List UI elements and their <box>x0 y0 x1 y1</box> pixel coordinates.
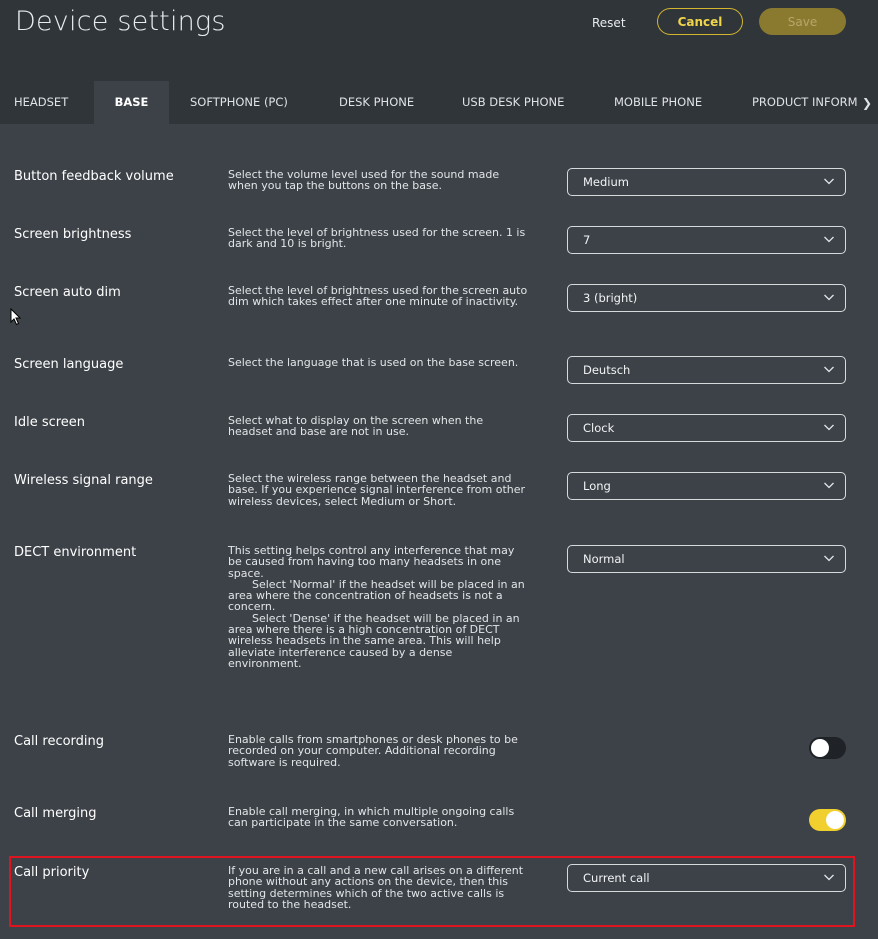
setting-description: Select the language that is used on the … <box>228 356 519 369</box>
setting-label: Call merging <box>14 806 97 821</box>
toggle-knob <box>826 811 844 829</box>
button-feedback-volume-select[interactable]: Medium <box>567 168 846 196</box>
toggle-knob <box>811 739 829 757</box>
chevron-down-icon <box>824 236 834 243</box>
setting-description: Select what to display on the screen whe… <box>228 414 484 439</box>
setting-description: Select the level of brightness used for … <box>228 226 526 251</box>
setting-description: Select the volume level used for the sou… <box>228 168 500 193</box>
setting-description: This setting helps control any interfere… <box>228 545 528 669</box>
tab-usb-desk-phone[interactable]: USB DESK PHONE <box>462 81 564 124</box>
cancel-button[interactable]: Cancel <box>657 8 743 35</box>
select-value: 7 <box>583 233 591 247</box>
setting-label: Button feedback volume <box>14 169 174 184</box>
highlight-box <box>9 856 855 927</box>
select-value: Medium <box>583 175 629 189</box>
dect-description-dense: Select 'Dense' if the headset will be pl… <box>228 611 520 670</box>
dect-description-intro: This setting helps control any interfere… <box>228 544 515 580</box>
call-merging-toggle[interactable] <box>809 809 846 831</box>
setting-label: Idle screen <box>14 415 86 430</box>
tab-product-information[interactable]: PRODUCT INFORM <box>752 81 860 124</box>
idle-screen-select[interactable]: Clock <box>567 414 846 442</box>
screen-brightness-select[interactable]: 7 <box>567 226 846 254</box>
setting-label: DECT environment <box>14 545 137 560</box>
select-value: Clock <box>583 421 615 435</box>
select-value: Long <box>583 479 611 493</box>
select-value: 3 (bright) <box>583 291 638 305</box>
dect-description-normal: Select 'Normal' if the headset will be p… <box>228 577 525 614</box>
setting-label: Wireless signal range <box>14 473 153 488</box>
tab-bar: HEADSET BASE SOFTPHONE (PC) DESK PHONE U… <box>0 81 878 124</box>
save-button[interactable]: Save <box>759 8 846 35</box>
setting-label: Call recording <box>14 734 105 749</box>
tab-headset[interactable]: HEADSET <box>14 81 68 124</box>
page-title: Device settings <box>15 6 226 37</box>
mouse-cursor-icon <box>10 308 22 326</box>
setting-description: Select the level of brightness used for … <box>228 284 528 309</box>
select-value: Normal <box>583 552 625 566</box>
chevron-down-icon <box>824 366 834 373</box>
setting-label: Screen language <box>14 357 124 372</box>
chevron-down-icon <box>824 555 834 562</box>
app-header: Device settings Reset Cancel Save <box>0 0 878 81</box>
chevron-down-icon <box>824 482 834 489</box>
select-value: Deutsch <box>583 363 631 377</box>
setting-label: Screen brightness <box>14 227 132 242</box>
reset-button[interactable]: Reset <box>592 14 626 32</box>
chevron-down-icon <box>824 294 834 301</box>
dect-environment-select[interactable]: Normal <box>567 545 846 573</box>
setting-label: Screen auto dim <box>14 285 121 300</box>
setting-description: Enable call merging, in which multiple o… <box>228 805 515 830</box>
tab-desk-phone[interactable]: DESK PHONE <box>339 81 414 124</box>
tab-mobile-phone[interactable]: MOBILE PHONE <box>614 81 702 124</box>
screen-auto-dim-select[interactable]: 3 (bright) <box>567 284 846 312</box>
tab-base[interactable]: BASE <box>94 81 169 124</box>
chevron-down-icon <box>824 178 834 185</box>
call-recording-toggle[interactable] <box>809 737 846 759</box>
screen-language-select[interactable]: Deutsch <box>567 356 846 384</box>
tab-softphone[interactable]: SOFTPHONE (PC) <box>190 81 288 124</box>
setting-description: Select the wireless range between the he… <box>228 472 526 508</box>
setting-description: Enable calls from smartphones or desk ph… <box>228 733 518 769</box>
wireless-signal-range-select[interactable]: Long <box>567 472 846 500</box>
chevron-right-icon[interactable]: ❯ <box>862 96 872 110</box>
chevron-down-icon <box>824 424 834 431</box>
